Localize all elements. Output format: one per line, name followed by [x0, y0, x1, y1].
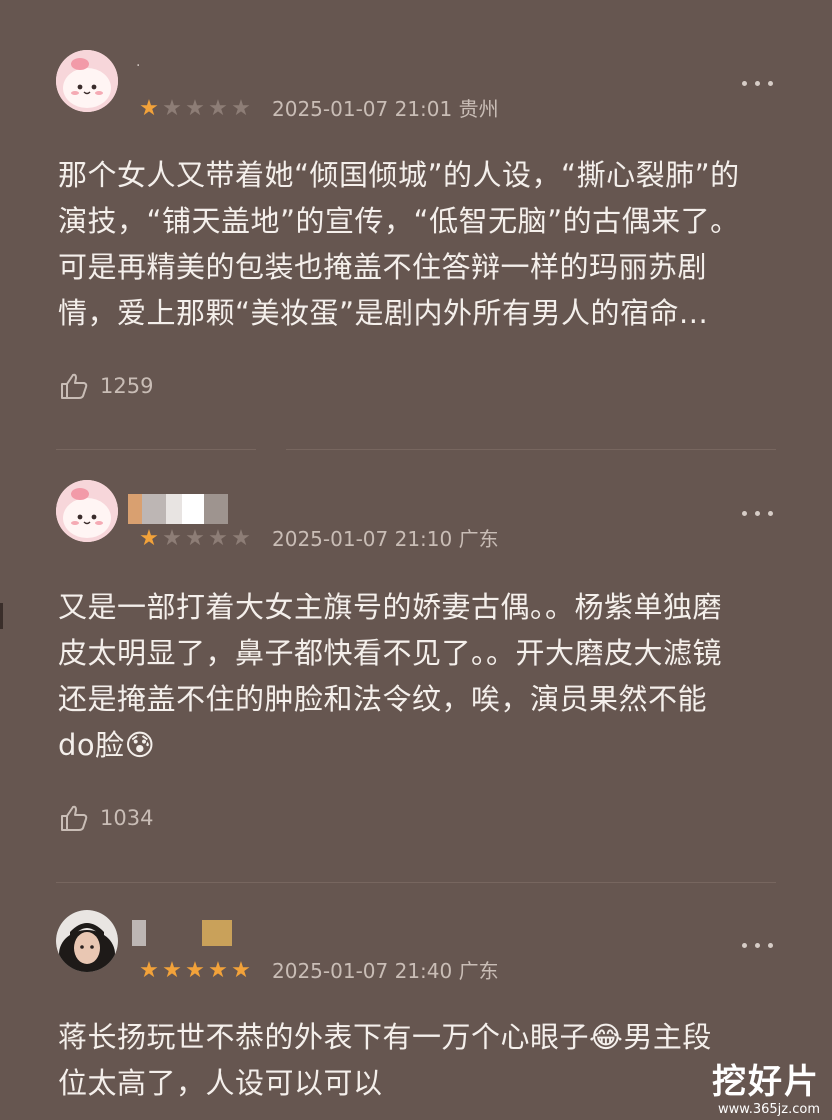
- more-options-button[interactable]: [742, 932, 774, 958]
- review-text-line: 情，爱上那颗“美妆蛋”是剧内外所有男人的宿命...: [58, 296, 709, 330]
- star-icon: ★: [162, 96, 183, 121]
- review-date: 2025-01-07 21:10: [272, 527, 453, 551]
- review-text-line: 蒋长扬玩世不恭的外表下有一万个心眼子😂男主段: [58, 1020, 712, 1054]
- review-meta: 2025-01-07 21:01 贵州: [272, 96, 499, 122]
- username[interactable]: ·: [136, 58, 140, 88]
- star-icon: ★: [185, 958, 206, 983]
- review-date: 2025-01-07 21:01: [272, 97, 453, 121]
- blur-block: [182, 494, 204, 524]
- divider: [286, 449, 776, 450]
- blur-block: [204, 494, 228, 524]
- thumbs-up-icon: [61, 373, 88, 399]
- more-options-button[interactable]: [742, 500, 774, 526]
- star-icon: ★: [208, 958, 229, 983]
- review-text-line: do脸😰: [58, 728, 156, 762]
- star-icon: ★: [139, 96, 160, 121]
- avatar[interactable]: [56, 480, 118, 542]
- more-options-button[interactable]: [742, 70, 774, 96]
- username-blurred[interactable]: [132, 920, 246, 950]
- divider: [56, 449, 256, 450]
- review-text-line: 皮太明显了，鼻子都快看不见了。。开大磨皮大滤镜: [58, 636, 723, 670]
- review-text-line: 可是再精美的包装也掩盖不住答辩一样的玛丽苏剧: [58, 250, 708, 284]
- avatar[interactable]: [56, 910, 118, 972]
- review-text-line: 又是一部打着大女主旗号的娇妻古偶。。杨紫单独磨: [58, 590, 723, 624]
- review-text-line: 那个女人又带着她“倾国倾城”的人设，“撕心裂肺”的: [58, 158, 740, 192]
- review-text-line: 位太高了，人设可以可以: [58, 1066, 383, 1100]
- review-text: 又是一部打着大女主旗号的娇妻古偶。。杨紫单独磨 皮太明显了，鼻子都快看不见了。。…: [58, 584, 778, 768]
- blur-block: [128, 494, 142, 524]
- cartoon-avatar-icon: [56, 50, 118, 112]
- rating-stars: ★ ★ ★ ★ ★: [138, 958, 253, 984]
- blur-block: [142, 494, 166, 524]
- blur-block: [132, 920, 146, 946]
- star-icon: ★: [231, 526, 252, 551]
- review-date: 2025-01-07 21:40: [272, 959, 453, 983]
- like-button[interactable]: 1034: [58, 802, 153, 834]
- review-text-line: 演技，“铺天盖地”的宣传，“低智无脑”的古偶来了。: [58, 204, 740, 238]
- star-icon: ★: [185, 96, 206, 121]
- star-icon: ★: [162, 526, 183, 551]
- review-text-line: 还是掩盖不住的肿脸和法令纹，唉，演员果然不能: [58, 682, 708, 716]
- watermark-site: www.365jz.com: [718, 1102, 820, 1117]
- like-count: 1034: [100, 806, 154, 830]
- watermark-title: 挖好片: [712, 1062, 820, 1102]
- blur-block: [202, 920, 232, 946]
- user-photo-icon: [56, 910, 118, 972]
- review-meta: 2025-01-07 21:40 广东: [272, 958, 499, 984]
- star-icon: ★: [139, 958, 160, 983]
- star-icon: ★: [208, 96, 229, 121]
- rating-stars: ★ ★ ★ ★ ★: [138, 96, 253, 122]
- cartoon-avatar-icon: [56, 480, 118, 542]
- review-text: 蒋长扬玩世不恭的外表下有一万个心眼子😂男主段 位太高了，人设可以可以: [58, 1014, 778, 1106]
- like-button[interactable]: 1259: [58, 370, 153, 402]
- star-icon: ★: [162, 958, 183, 983]
- review-meta: 2025-01-07 21:10 广东: [272, 526, 499, 552]
- divider: [56, 882, 776, 883]
- rating-stars: ★ ★ ★ ★ ★: [138, 526, 253, 552]
- review-location: 广东: [458, 959, 499, 983]
- avatar[interactable]: [56, 50, 118, 112]
- like-count: 1259: [100, 374, 154, 398]
- blur-block: [166, 494, 182, 524]
- star-icon: ★: [231, 958, 252, 983]
- review-text: 那个女人又带着她“倾国倾城”的人设，“撕心裂肺”的 演技，“铺天盖地”的宣传，“…: [58, 152, 778, 336]
- star-icon: ★: [208, 526, 229, 551]
- watermark: 挖好片 www.365jz.com: [712, 1062, 820, 1118]
- username-blurred[interactable]: [128, 494, 236, 524]
- review-location: 贵州: [458, 97, 499, 121]
- star-icon: ★: [139, 526, 160, 551]
- star-icon: ★: [185, 526, 206, 551]
- star-icon: ★: [231, 96, 252, 121]
- review-location: 广东: [458, 527, 499, 551]
- edge-mark: [0, 603, 3, 629]
- thumbs-up-icon: [61, 805, 88, 831]
